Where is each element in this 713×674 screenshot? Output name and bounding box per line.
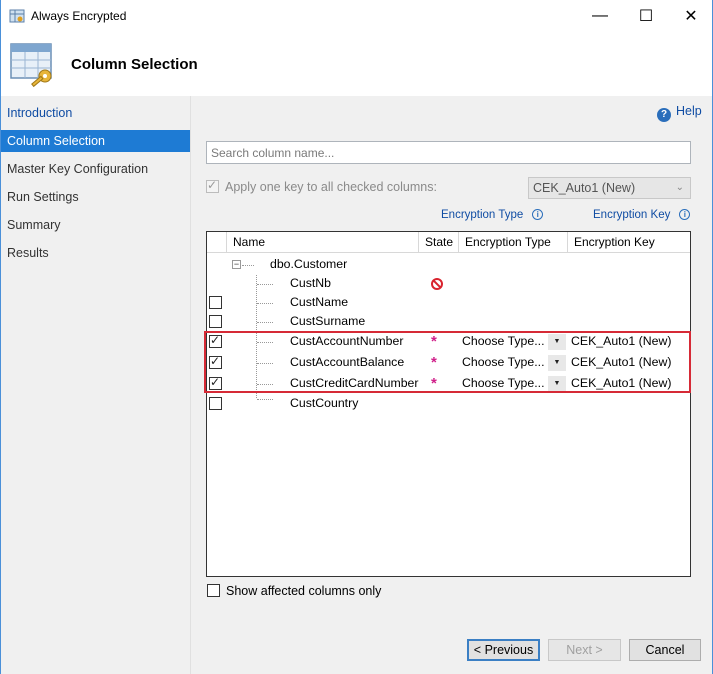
column-name: CustSurname xyxy=(290,314,366,328)
column-header-checkbox xyxy=(207,232,227,253)
apply-key-select-value: CEK_Auto1 (New) xyxy=(533,181,636,195)
apply-one-key-option: Apply one key to all checked columns: xyxy=(206,178,437,194)
chevron-down-icon: ⌄ xyxy=(675,182,684,193)
always-encrypted-window: Always Encrypted — ☐ ✕ Column Selection … xyxy=(0,0,713,674)
column-name: CustCreditCardNumber xyxy=(290,376,419,390)
tree-connector xyxy=(257,363,273,364)
column-name: CustNb xyxy=(290,276,332,290)
encryption-type-select[interactable]: Choose Type... ▼ xyxy=(460,355,566,372)
encryption-key-value[interactable]: CEK_Auto1 (New) xyxy=(571,355,671,369)
window-title: Always Encrypted xyxy=(31,9,127,23)
title-bar: Always Encrypted — ☐ ✕ xyxy=(1,0,712,32)
nav-item-summary[interactable]: Summary xyxy=(1,214,190,236)
grid-header: Name State Encryption Type Encryption Ke… xyxy=(207,232,690,253)
table-row: CustNb xyxy=(207,274,690,294)
encryption-key-hint-label: Encryption Key xyxy=(593,209,671,221)
state-cell xyxy=(431,275,443,293)
help-label: Help xyxy=(676,104,702,118)
apply-key-select: CEK_Auto1 (New) ⌄ xyxy=(528,177,691,199)
show-affected-checkbox[interactable] xyxy=(207,584,220,597)
collapse-icon[interactable]: − xyxy=(232,260,241,269)
chevron-down-icon[interactable]: ▼ xyxy=(548,355,566,371)
cancel-button[interactable]: Cancel xyxy=(629,639,701,661)
pending-change-icon: * xyxy=(431,333,437,350)
tree-connector xyxy=(257,322,273,323)
apply-one-key-label: Apply one key to all checked columns: xyxy=(225,180,437,194)
tree-connector xyxy=(257,399,273,400)
table-row: CustAccountNumber * Choose Type... ▼ CEK… xyxy=(207,332,690,352)
encryption-type-hint: Encryption Type i xyxy=(441,209,544,221)
column-header-encryption-key[interactable]: Encryption Key xyxy=(568,232,690,253)
encryption-type-value: Choose Type... xyxy=(462,355,545,369)
info-icon[interactable]: i xyxy=(679,209,691,220)
help-icon: ? xyxy=(657,108,671,122)
table-name: dbo.Customer xyxy=(270,257,348,271)
blocked-icon xyxy=(431,278,443,290)
column-header-name[interactable]: Name xyxy=(227,232,419,253)
tree-connector xyxy=(242,265,254,266)
pending-change-icon: * xyxy=(431,354,437,371)
show-affected-label: Show affected columns only xyxy=(226,584,382,598)
nav-item-introduction[interactable]: Introduction xyxy=(1,102,190,124)
help-link[interactable]: ? Help xyxy=(657,104,702,122)
wizard-nav: Introduction Column Selection Master Key… xyxy=(1,96,191,674)
chevron-down-icon[interactable]: ▼ xyxy=(548,334,566,350)
tree-connector xyxy=(257,303,273,304)
row-checkbox[interactable] xyxy=(209,375,222,390)
nav-item-run-settings[interactable]: Run Settings xyxy=(1,186,190,208)
row-checkbox[interactable] xyxy=(209,296,222,309)
encryption-key-hint: Encryption Key i xyxy=(593,209,691,221)
row-checkbox[interactable] xyxy=(209,315,222,328)
table-row: CustCountry xyxy=(207,394,690,414)
pending-change-icon: * xyxy=(431,375,437,392)
search-input[interactable] xyxy=(206,141,691,164)
encryption-type-hint-label: Encryption Type xyxy=(441,209,524,221)
show-affected-option[interactable]: Show affected columns only xyxy=(207,584,381,598)
tree-connector xyxy=(257,384,273,385)
app-icon xyxy=(9,9,25,23)
chevron-down-icon[interactable]: ▼ xyxy=(548,376,566,392)
page-title: Column Selection xyxy=(71,56,198,73)
encryption-type-select[interactable]: Choose Type... ▼ xyxy=(460,334,566,351)
previous-button[interactable]: < Previous xyxy=(467,639,540,661)
table-row: CustName xyxy=(207,293,690,313)
tree-connector xyxy=(257,284,273,285)
table-row: CustCreditCardNumber * Choose Type... ▼ … xyxy=(207,374,690,394)
nav-item-master-key-configuration[interactable]: Master Key Configuration xyxy=(1,158,190,180)
nav-item-column-selection[interactable]: Column Selection xyxy=(1,130,190,152)
row-checkbox[interactable] xyxy=(209,333,222,348)
encryption-key-value[interactable]: CEK_Auto1 (New) xyxy=(571,376,671,390)
tree-connector xyxy=(257,342,273,343)
column-name: CustAccountNumber xyxy=(290,334,404,348)
info-icon[interactable]: i xyxy=(532,209,544,220)
column-header-state[interactable]: State xyxy=(419,232,459,253)
column-name: CustAccountBalance xyxy=(290,355,405,369)
minimize-button[interactable]: — xyxy=(577,0,623,32)
next-button[interactable]: Next > xyxy=(548,639,621,661)
content-pane: ? Help Apply one key to all checked colum… xyxy=(191,96,712,674)
nav-item-results[interactable]: Results xyxy=(1,242,190,264)
wizard-header: Column Selection xyxy=(1,32,712,96)
column-name: CustName xyxy=(290,295,349,309)
encryption-key-value[interactable]: CEK_Auto1 (New) xyxy=(571,334,671,348)
table-row: − dbo.Customer xyxy=(207,255,690,275)
row-checkbox[interactable] xyxy=(209,354,222,369)
encryption-type-select[interactable]: Choose Type... ▼ xyxy=(460,376,566,393)
table-row: CustAccountBalance * Choose Type... ▼ CE… xyxy=(207,353,690,373)
row-checkbox[interactable] xyxy=(209,397,222,410)
close-button[interactable]: ✕ xyxy=(668,0,713,32)
column-grid: Name State Encryption Type Encryption Ke… xyxy=(206,231,691,577)
encryption-type-value: Choose Type... xyxy=(462,334,545,348)
apply-one-key-checkbox xyxy=(206,178,219,193)
table-row: CustSurname xyxy=(207,312,690,332)
column-name: CustCountry xyxy=(290,396,359,410)
maximize-button[interactable]: ☐ xyxy=(623,0,669,32)
encryption-type-value: Choose Type... xyxy=(462,376,545,390)
table-key-icon xyxy=(10,43,52,88)
column-header-encryption-type[interactable]: Encryption Type xyxy=(459,232,568,253)
